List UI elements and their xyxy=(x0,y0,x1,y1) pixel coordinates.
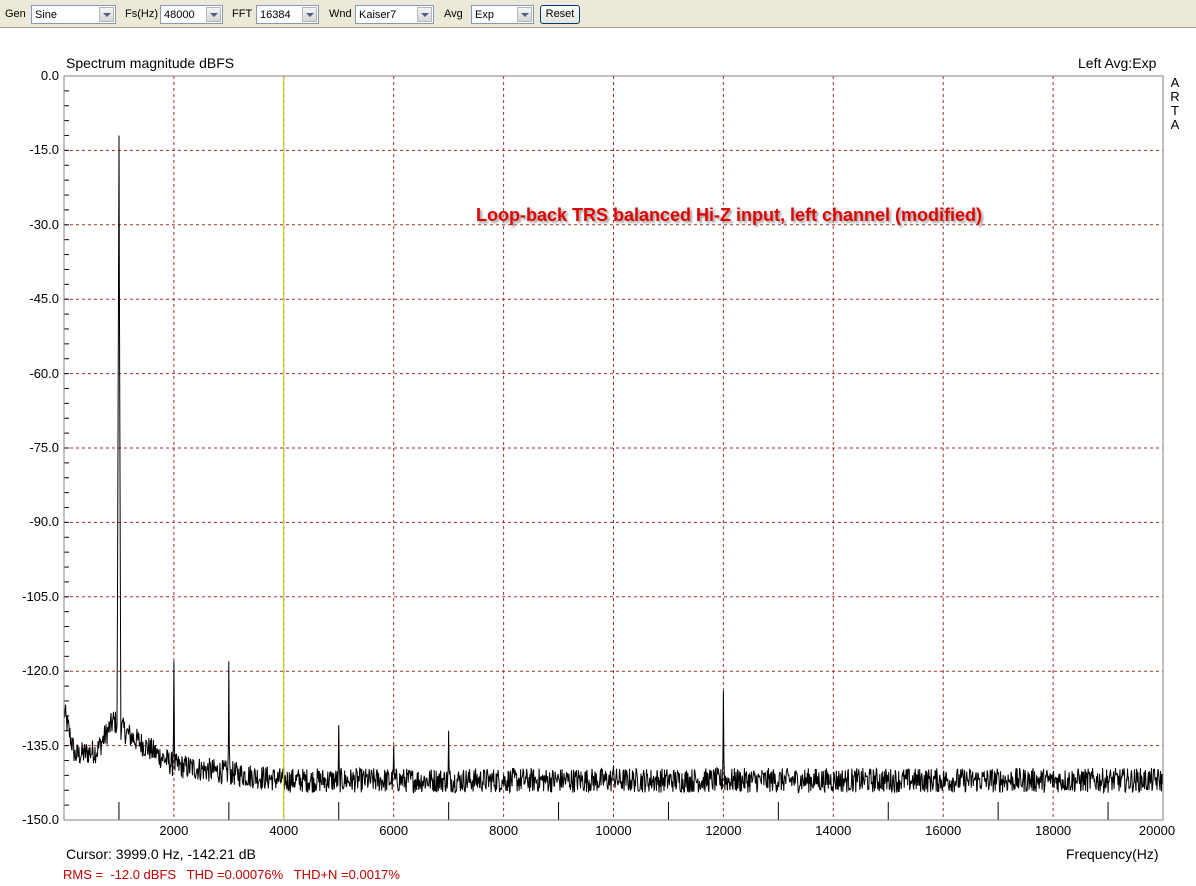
measurements-readout: RMS = -12.0 dBFS THD =0.00076% THD+N =0.… xyxy=(63,867,400,882)
y-tick-label: -60.0 xyxy=(29,365,59,381)
x-tick-label: 2000 xyxy=(159,823,189,838)
y-tick-label: -105.0 xyxy=(22,588,59,604)
plot-annotation: Loop-back TRS balanced Hi-Z input, left … xyxy=(476,205,983,225)
x-tick-label: 18000 xyxy=(1035,823,1072,838)
y-tick-label: -90.0 xyxy=(29,514,59,530)
y-tick-label: -15.0 xyxy=(29,142,59,158)
x-tick-label: 14000 xyxy=(815,823,852,838)
y-tick-label: -30.0 xyxy=(29,216,59,232)
x-tick-label: 6000 xyxy=(379,823,409,838)
x-tick-label: 16000 xyxy=(925,823,962,838)
spectrum-plot[interactable] xyxy=(0,0,1196,886)
y-tick-label: 0.0 xyxy=(40,68,59,83)
y-tick-label: -120.0 xyxy=(22,663,59,679)
x-tick-label: 10000 xyxy=(595,823,632,838)
cursor-readout: Cursor: 3999.0 Hz, -142.21 dB xyxy=(66,846,256,862)
x-tick-label: 12000 xyxy=(705,823,742,838)
x-tick-label: 20000 xyxy=(1138,823,1176,838)
y-tick-label: -135.0 xyxy=(22,737,59,753)
y-tick-label: -75.0 xyxy=(29,440,59,455)
x-tick-label: 4000 xyxy=(269,823,299,838)
x-axis-label: Frequency(Hz) xyxy=(1066,846,1159,862)
y-tick-label: -150.0 xyxy=(22,812,59,827)
y-tick-label: -45.0 xyxy=(29,291,59,307)
x-tick-label: 8000 xyxy=(489,823,519,838)
